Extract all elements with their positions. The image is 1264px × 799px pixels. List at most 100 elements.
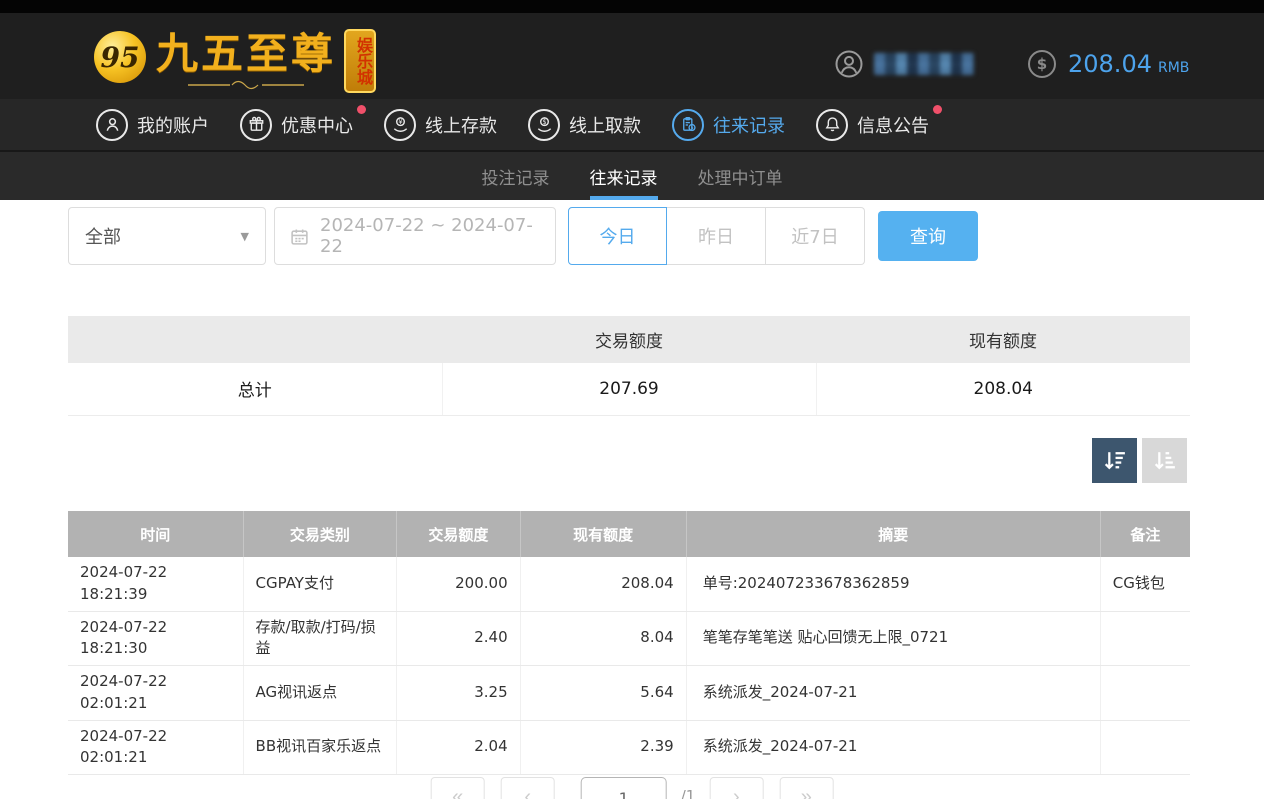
cell-amount: 200.00 bbox=[397, 557, 520, 611]
col-balance: 现有额度 bbox=[520, 511, 686, 557]
cell-amount: 2.04 bbox=[397, 720, 520, 775]
filter-bar: 全部 ▼ 2024-07-22 ~ 2024-07-22 今日 昨日 近7日 查… bbox=[68, 207, 978, 265]
date-range-value: 2024-07-22 ~ 2024-07-22 bbox=[320, 215, 540, 257]
summary-table: 交易额度 现有额度 总计 207.69 208.04 bbox=[68, 316, 1190, 416]
site-logo[interactable]: 95 九五至尊 娱乐城 bbox=[94, 19, 376, 93]
quick-yesterday-button[interactable]: 昨日 bbox=[667, 207, 766, 265]
cell-summary: 系统派发_2024-07-21 bbox=[686, 720, 1100, 775]
summary-total-label: 总计 bbox=[68, 363, 442, 415]
cell-type: BB视讯百家乐返点 bbox=[243, 720, 397, 775]
cell-time: 2024-07-22 18:21:30 bbox=[68, 611, 243, 666]
svg-text:¥: ¥ bbox=[398, 118, 402, 126]
nav-label: 信息公告 bbox=[857, 112, 929, 138]
last-page-button[interactable]: » bbox=[779, 777, 833, 799]
cell-amount: 3.25 bbox=[397, 666, 520, 721]
cell-summary: 单号:202407233678362859 bbox=[686, 557, 1100, 611]
page-number-input[interactable] bbox=[581, 777, 667, 799]
records-icon bbox=[672, 109, 704, 141]
chevron-down-icon: ▼ bbox=[241, 230, 249, 243]
nav-label: 线上取款 bbox=[569, 112, 641, 138]
logo-badge: 娱乐城 bbox=[344, 29, 376, 93]
withdraw-icon: $ bbox=[528, 109, 560, 141]
category-select[interactable]: 全部 ▼ bbox=[68, 207, 266, 265]
table-header-row: 时间 交易类别 交易额度 现有额度 摘要 备注 bbox=[68, 511, 1190, 557]
sub-nav: 投注记录 往来记录 处理中订单 bbox=[0, 150, 1264, 200]
summary-header-row: 交易额度 现有额度 bbox=[68, 316, 1190, 363]
summary-header-balance: 现有额度 bbox=[816, 316, 1190, 363]
col-note: 备注 bbox=[1100, 511, 1190, 557]
cell-note bbox=[1100, 720, 1190, 775]
nav-item-my-account[interactable]: 我的账户 bbox=[96, 109, 209, 141]
tab-transaction-records[interactable]: 往来记录 bbox=[590, 152, 658, 200]
main-nav: 我的账户 优惠中心 ¥ 线上存款 bbox=[0, 99, 1264, 150]
summary-balance-total: 208.04 bbox=[816, 363, 1190, 415]
cell-time: 2024-07-22 18:21:39 bbox=[68, 557, 243, 611]
quick-today-button[interactable]: 今日 bbox=[568, 207, 667, 265]
col-time: 时间 bbox=[68, 511, 243, 557]
header-account-area: $ 208.04 RMB bbox=[834, 49, 1189, 79]
search-button[interactable]: 查询 bbox=[878, 211, 978, 261]
cell-time: 2024-07-22 02:01:21 bbox=[68, 720, 243, 775]
user-avatar-icon[interactable] bbox=[834, 49, 864, 79]
account-balance[interactable]: 208.04 bbox=[1068, 50, 1152, 78]
cell-time: 2024-07-22 02:01:21 bbox=[68, 666, 243, 721]
svg-text:$: $ bbox=[542, 118, 546, 126]
nav-label: 优惠中心 bbox=[281, 112, 353, 138]
user-icon bbox=[96, 109, 128, 141]
cell-note: CG钱包 bbox=[1100, 557, 1190, 611]
page: 95 九五至尊 娱乐城 $ 208.04 bbox=[0, 0, 1264, 799]
site-header: 95 九五至尊 娱乐城 $ 208.04 bbox=[0, 13, 1264, 99]
nav-item-promotions[interactable]: 优惠中心 bbox=[240, 109, 353, 141]
col-type: 交易类别 bbox=[243, 511, 397, 557]
cell-summary: 系统派发_2024-07-21 bbox=[686, 666, 1100, 721]
summary-header-empty bbox=[68, 316, 442, 363]
logo-coin-icon: 95 bbox=[94, 31, 146, 83]
tab-bet-records[interactable]: 投注记录 bbox=[482, 152, 550, 200]
nav-label: 线上存款 bbox=[425, 112, 497, 138]
cell-type: CGPAY支付 bbox=[243, 557, 397, 611]
cell-amount: 2.40 bbox=[397, 611, 520, 666]
cell-type: 存款/取款/打码/损益 bbox=[243, 611, 397, 666]
nav-item-withdraw[interactable]: $ 线上取款 bbox=[528, 109, 641, 141]
table-row: 2024-07-22 02:01:21 BB视讯百家乐返点 2.04 2.39 … bbox=[68, 720, 1190, 775]
pagination: « ‹ /1 › » bbox=[431, 777, 834, 799]
nav-item-records[interactable]: 往来记录 bbox=[672, 109, 785, 141]
col-summary: 摘要 bbox=[686, 511, 1100, 557]
currency-label: RMB bbox=[1158, 60, 1189, 76]
quick-last7days-button[interactable]: 近7日 bbox=[766, 207, 865, 265]
summary-transaction-total: 207.69 bbox=[442, 363, 816, 415]
cell-balance: 5.64 bbox=[520, 666, 686, 721]
nav-label: 往来记录 bbox=[713, 112, 785, 138]
logo-text-wrap: 九五至尊 bbox=[156, 33, 336, 91]
table-row: 2024-07-22 02:01:21 AG视讯返点 3.25 5.64 系统派… bbox=[68, 666, 1190, 721]
cell-summary: 笔笔存笔笔送 贴心回馈无上限_0721 bbox=[686, 611, 1100, 666]
notification-dot bbox=[933, 105, 942, 114]
notification-dot bbox=[357, 105, 366, 114]
cell-balance: 2.39 bbox=[520, 720, 686, 775]
logo-name: 九五至尊 bbox=[156, 33, 336, 75]
gift-icon bbox=[240, 109, 272, 141]
nav-item-announcements[interactable]: 信息公告 bbox=[816, 109, 929, 141]
table-row: 2024-07-22 18:21:30 存款/取款/打码/损益 2.40 8.0… bbox=[68, 611, 1190, 666]
cell-balance: 208.04 bbox=[520, 557, 686, 611]
table-row: 2024-07-22 18:21:39 CGPAY支付 200.00 208.0… bbox=[68, 557, 1190, 611]
currency-coin-icon: $ bbox=[1028, 50, 1056, 78]
quick-date-group: 今日 昨日 近7日 bbox=[568, 207, 865, 265]
first-page-button[interactable]: « bbox=[431, 777, 485, 799]
tab-pending-orders[interactable]: 处理中订单 bbox=[698, 152, 783, 200]
summary-total-row: 总计 207.69 208.04 bbox=[68, 363, 1190, 415]
date-range-input[interactable]: 2024-07-22 ~ 2024-07-22 bbox=[274, 207, 556, 265]
sort-descending-button[interactable] bbox=[1092, 438, 1137, 483]
nav-label: 我的账户 bbox=[137, 112, 209, 138]
category-select-value: 全部 bbox=[85, 223, 121, 249]
cell-balance: 8.04 bbox=[520, 611, 686, 666]
nav-item-deposit[interactable]: ¥ 线上存款 bbox=[384, 109, 497, 141]
col-amount: 交易额度 bbox=[397, 511, 520, 557]
deposit-icon: ¥ bbox=[384, 109, 416, 141]
prev-page-button[interactable]: ‹ bbox=[501, 777, 555, 799]
summary-header-transaction: 交易额度 bbox=[442, 316, 816, 363]
next-page-button[interactable]: › bbox=[709, 777, 763, 799]
sort-ascending-button[interactable] bbox=[1142, 438, 1187, 483]
bell-icon bbox=[816, 109, 848, 141]
transactions-table: 时间 交易类别 交易额度 现有额度 摘要 备注 2024-07-22 18:21… bbox=[68, 511, 1190, 775]
